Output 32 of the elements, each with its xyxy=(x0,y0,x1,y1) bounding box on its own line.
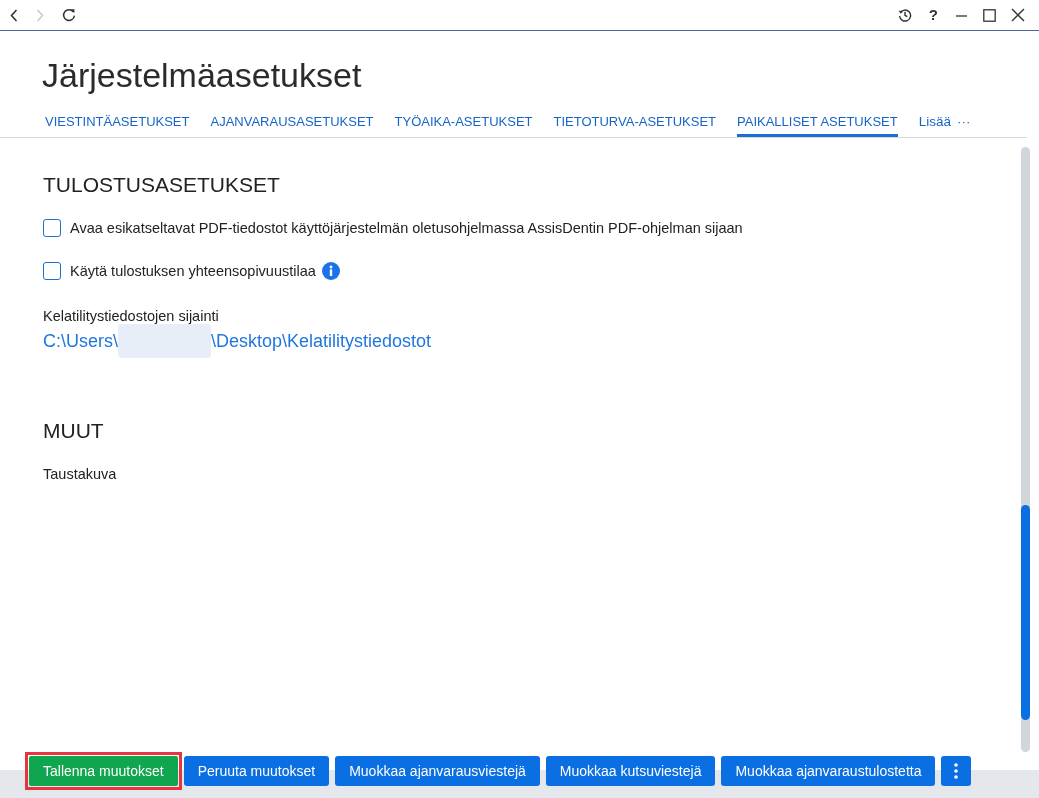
field-label: Kelatilitystiedostojen sijainti xyxy=(43,307,219,326)
scrollbar-thumb[interactable] xyxy=(1021,505,1030,720)
tab[interactable]: VIESTINTÄASETUKSET xyxy=(45,112,190,137)
info-icon[interactable] xyxy=(321,262,340,280)
section-heading: TULOSTUSASETUKSET xyxy=(43,172,280,198)
close-icon[interactable] xyxy=(1011,8,1025,22)
help-button[interactable]: ? xyxy=(926,6,940,24)
page-title: Järjestelmäasetukset xyxy=(42,55,362,95)
vertical-dots-icon xyxy=(954,763,959,779)
checkbox-label: Avaa esikatseltavat PDF-tiedostot käyttöjärjestelmän oletusohjelmassa AssisDentin PDF-ohjelman sijaan xyxy=(70,219,743,238)
action-button[interactable]: Muokkaa ajanvaraustulostetta xyxy=(721,756,936,786)
action-button[interactable]: Muokkaa kutsuviestejä xyxy=(545,756,716,786)
back-icon[interactable] xyxy=(10,8,18,22)
save-button[interactable]: Tallenna muutokset xyxy=(29,756,178,786)
reload-icon[interactable] xyxy=(62,8,76,22)
history-icon[interactable] xyxy=(897,8,912,22)
checkbox[interactable] xyxy=(43,219,61,237)
checkbox-label: Käytä tulostuksen yhteensopivuustilaa xyxy=(70,262,316,281)
section-heading: MUUT xyxy=(43,418,104,444)
action-button[interactable]: Peruuta muutokset xyxy=(183,756,330,786)
tab[interactable]: TYÖAIKA-ASETUKSET xyxy=(394,112,533,137)
maximize-icon[interactable] xyxy=(983,8,996,22)
path-link[interactable]: C:\Users\ \Desktop\Kelatilitystiedostot xyxy=(43,326,432,356)
more-actions-button[interactable] xyxy=(941,756,972,786)
action-button[interactable]: Muokkaa ajanvarausviestejä xyxy=(335,756,540,786)
more-tab[interactable]: Lisää ··· xyxy=(918,112,971,137)
tab[interactable]: TIETOTURVA-ASETUKSET xyxy=(553,112,717,137)
tab[interactable]: PAIKALLISET ASETUKSET xyxy=(737,112,898,137)
scrollbar-track[interactable] xyxy=(1021,147,1030,752)
field-label: Taustakuva xyxy=(43,465,117,484)
tab[interactable]: AJANVARAUSASETUKSET xyxy=(210,112,374,137)
checkbox[interactable] xyxy=(43,262,61,280)
